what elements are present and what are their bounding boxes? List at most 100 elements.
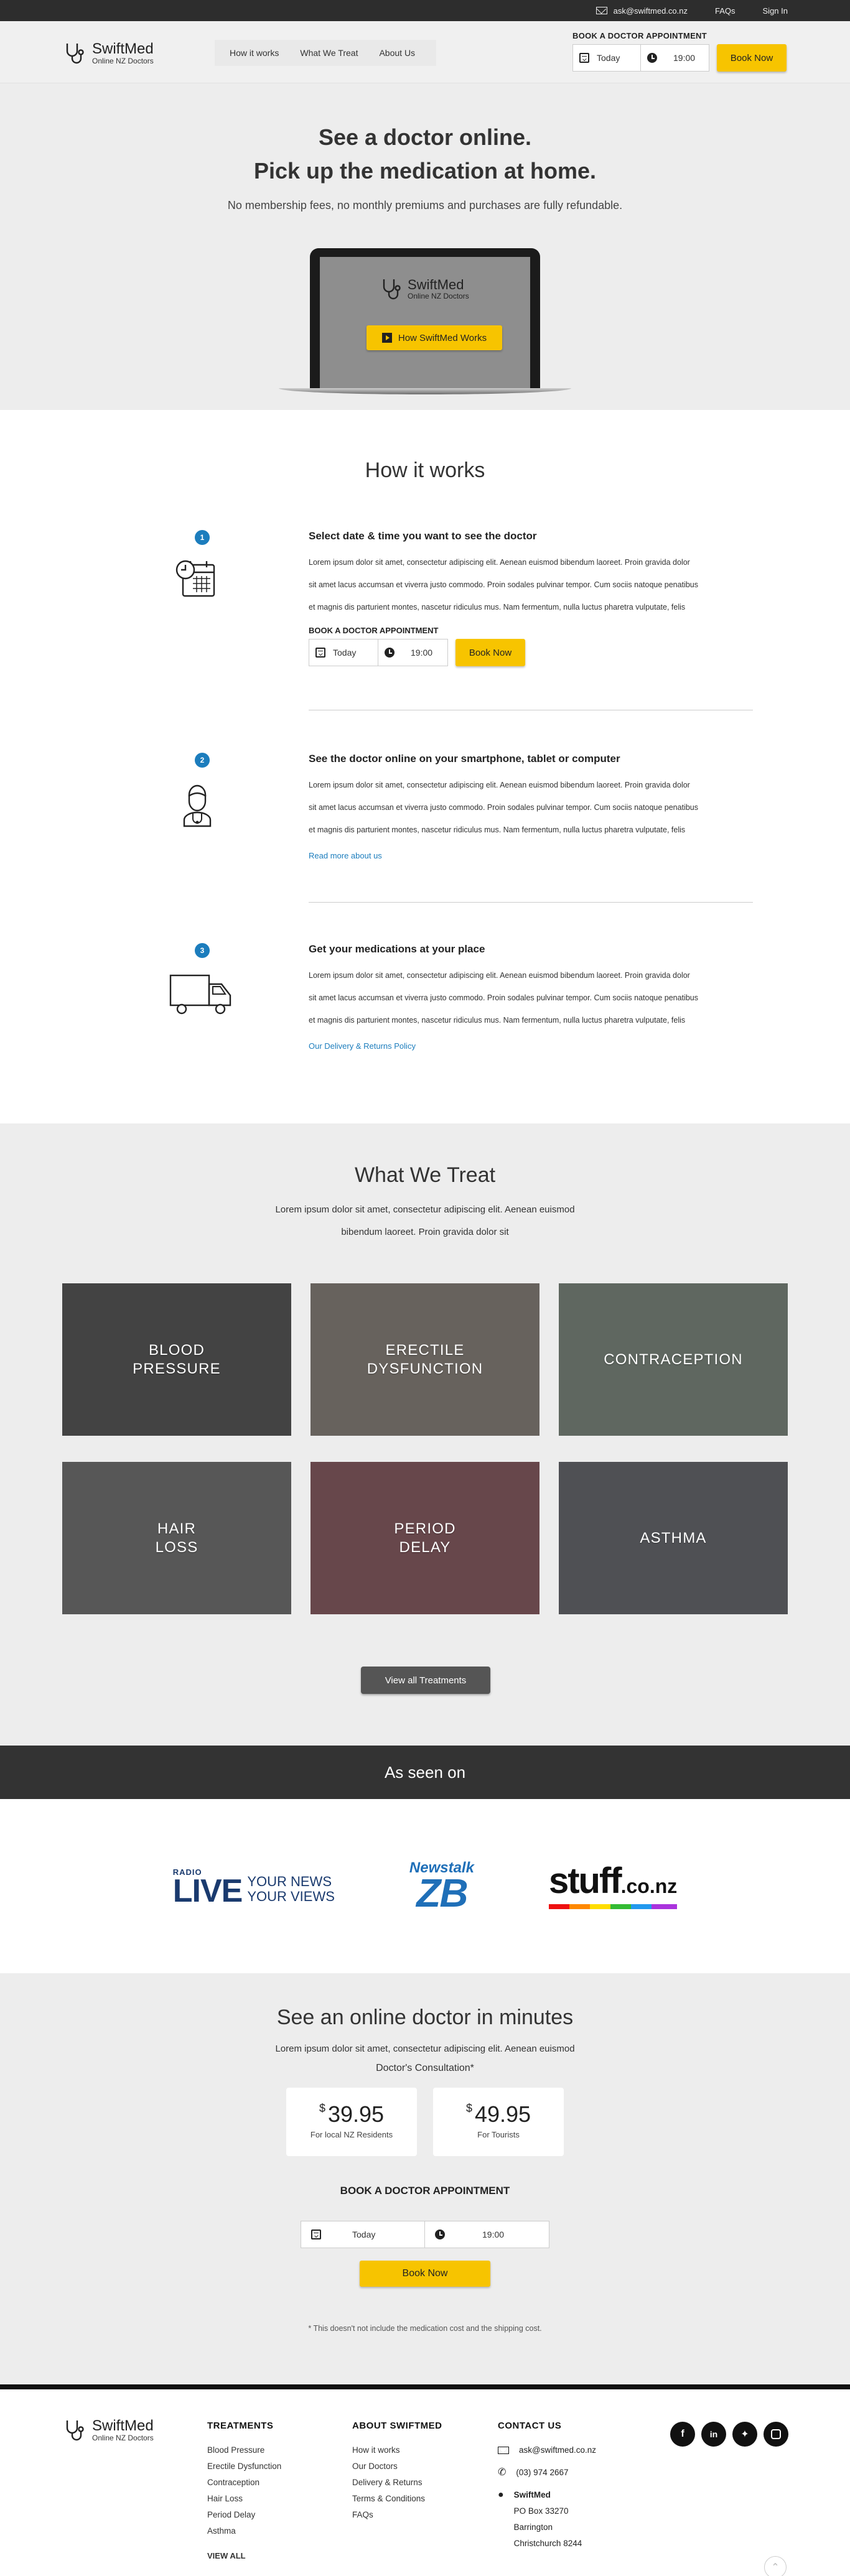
twitter-icon[interactable]: ✦ bbox=[732, 2422, 757, 2447]
cta-booking-label: BOOK A DOCTOR APPOINTMENT bbox=[340, 2185, 510, 2197]
delivery-truck-icon bbox=[169, 974, 231, 1015]
footer-link[interactable]: How it works bbox=[352, 2442, 442, 2458]
tile-hair-loss[interactable]: HAIR LOSS bbox=[62, 1462, 291, 1614]
price-card-local: $39.95 For local NZ Residents bbox=[286, 2088, 417, 2156]
top-bar: ask@swiftmed.co.nz FAQs Sign In bbox=[0, 0, 850, 21]
stuff-logo: stuff.co.nz bbox=[548, 1863, 678, 1909]
header-booking: BOOK A DOCTOR APPOINTMENT Today 19:00 Bo… bbox=[572, 31, 787, 72]
back-to-top-button[interactable]: ⌃ bbox=[764, 2556, 787, 2576]
step-number: 2 bbox=[195, 753, 210, 768]
calendar-clock-icon bbox=[175, 560, 215, 597]
tile-erectile-dysfunction[interactable]: ERECTILE DYSFUNCTION bbox=[311, 1283, 539, 1436]
footer-link[interactable]: Delivery & Returns bbox=[352, 2475, 442, 2491]
time-picker[interactable]: 19:00 bbox=[378, 639, 448, 666]
press-logos: RADIO LIVE YOUR NEWS YOUR VIEWS Newstalk Z… bbox=[0, 1799, 850, 1973]
nav-how-it-works[interactable]: How it works bbox=[222, 48, 292, 58]
treatment-grid: BLOOD PRESSURE ERECTILE DYSFUNCTION CONT… bbox=[62, 1283, 788, 1614]
hero-section: See a doctor online. Pick up the medicati… bbox=[0, 83, 850, 410]
step-title: Select date & time you want to see the d… bbox=[309, 530, 537, 542]
price-card-tourist: $49.95 For Tourists bbox=[433, 2088, 564, 2156]
step-number: 3 bbox=[195, 943, 210, 958]
step-text: Lorem ipsum dolor sit amet, consectetur … bbox=[309, 971, 698, 1025]
view-all-treatments-button[interactable]: View all Treatments bbox=[361, 1667, 490, 1694]
footer-email[interactable]: ask@swiftmed.co.nz bbox=[498, 2442, 596, 2458]
play-icon bbox=[381, 333, 392, 343]
footer-logo[interactable]: SwiftMed Online NZ Doctors bbox=[62, 2418, 154, 2443]
what-we-treat-section: What We Treat Lorem ipsum dolor sit amet… bbox=[0, 1123, 850, 1746]
footer-link[interactable]: Asthma bbox=[207, 2523, 281, 2539]
step-book-now-button[interactable]: Book Now bbox=[455, 639, 525, 666]
how-title: How it works bbox=[365, 458, 485, 482]
stethoscope-icon bbox=[66, 2420, 84, 2441]
social-links: f in ✦ bbox=[670, 2422, 788, 2447]
footer-about: ABOUT SWIFTMED How it works Our Doctors … bbox=[352, 2420, 442, 2523]
step-number: 1 bbox=[195, 530, 210, 545]
top-email-link[interactable]: ask@swiftmed.co.nz bbox=[595, 6, 688, 16]
instagram-icon[interactable] bbox=[764, 2422, 788, 2447]
calendar-icon bbox=[315, 648, 325, 658]
price-cards: $39.95 For local NZ Residents $49.95 For T… bbox=[0, 2088, 850, 2156]
date-picker[interactable]: Today bbox=[309, 639, 378, 666]
facebook-icon[interactable]: f bbox=[670, 2422, 695, 2447]
footer-view-all-link[interactable]: VIEW ALL bbox=[207, 2548, 281, 2564]
delivery-returns-policy-link[interactable]: Our Delivery & Returns Policy bbox=[309, 1041, 753, 1051]
tile-asthma[interactable]: ASTHMA bbox=[559, 1462, 788, 1614]
radio-live-logo: RADIO LIVE YOUR NEWS YOUR VIEWS bbox=[172, 1867, 335, 1909]
footer-link[interactable]: Period Delay bbox=[207, 2507, 281, 2523]
footer-link[interactable]: Terms & Conditions bbox=[352, 2491, 442, 2507]
read-more-about-us-link[interactable]: Read more about us bbox=[309, 851, 753, 860]
hero-subtitle: No membership fees, no monthly premiums … bbox=[227, 199, 623, 212]
laptop-illustration: SwiftMed Online NZ Doctors How SwiftMed W… bbox=[279, 248, 571, 394]
envelope-icon bbox=[498, 2447, 509, 2454]
footer-phone[interactable]: ✆ (03) 974 2667 bbox=[498, 2465, 596, 2481]
faqs-link[interactable]: FAQs bbox=[715, 6, 736, 16]
footer-link[interactable]: Hair Loss bbox=[207, 2491, 281, 2507]
how-it-works-section: How it works 1 Select date & time you wa… bbox=[0, 410, 850, 1123]
brand-tagline: Online NZ Doctors bbox=[92, 57, 154, 65]
nav-what-we-treat[interactable]: What We Treat bbox=[292, 48, 371, 58]
stethoscope-icon bbox=[383, 279, 401, 300]
treat-intro: Lorem ipsum dolor sit amet, consectetur … bbox=[275, 1204, 575, 1237]
cta-book-now-button[interactable]: Book Now bbox=[360, 2261, 490, 2287]
phone-icon: ✆ bbox=[498, 2467, 507, 2478]
how-swiftmed-works-button[interactable]: How SwiftMed Works bbox=[367, 325, 502, 350]
footer-link[interactable]: FAQs bbox=[352, 2507, 442, 2523]
linkedin-icon[interactable]: in bbox=[701, 2422, 726, 2447]
brand-name: SwiftMed bbox=[92, 40, 154, 57]
cta-section: See an online doctor in minutes Lorem ip… bbox=[0, 1973, 850, 2384]
date-picker[interactable]: Today bbox=[572, 44, 641, 72]
laptop-logo: SwiftMed Online NZ Doctors bbox=[379, 277, 469, 302]
doctor-icon bbox=[183, 784, 212, 827]
cta-picker: Today 19:00 bbox=[0, 2221, 850, 2248]
tile-blood-pressure[interactable]: BLOOD PRESSURE bbox=[62, 1283, 291, 1436]
step-title: Get your medications at your place bbox=[309, 943, 485, 955]
map-pin-icon: ● bbox=[498, 2490, 504, 2500]
tile-contraception[interactable]: CONTRACEPTION bbox=[559, 1283, 788, 1436]
as-seen-on-title: As seen on bbox=[384, 1762, 466, 1782]
logo[interactable]: SwiftMed Online NZ Doctors bbox=[62, 41, 154, 66]
main-nav: How it works What We Treat About Us bbox=[215, 40, 437, 66]
stethoscope-icon bbox=[66, 44, 84, 64]
clock-icon bbox=[647, 53, 657, 63]
pricing-footnote: * This doesn't not include the medicatio… bbox=[308, 2324, 542, 2333]
calendar-icon bbox=[311, 2230, 321, 2239]
nav-about-us[interactable]: About Us bbox=[371, 48, 429, 58]
date-picker[interactable]: Today bbox=[301, 2221, 425, 2248]
footer-link[interactable]: Erectile Dysfunction bbox=[207, 2458, 281, 2475]
tile-period-delay[interactable]: PERIOD DELAY bbox=[311, 1462, 539, 1614]
divider bbox=[309, 902, 753, 903]
book-now-button[interactable]: Book Now bbox=[717, 44, 787, 72]
footer-link[interactable]: Our Doctors bbox=[352, 2458, 442, 2475]
footer-link[interactable]: Contraception bbox=[207, 2475, 281, 2491]
booking-label: BOOK A DOCTOR APPOINTMENT bbox=[572, 31, 707, 40]
step-booking-label: BOOK A DOCTOR APPOINTMENT bbox=[309, 626, 439, 635]
time-picker[interactable]: 19:00 bbox=[425, 2221, 549, 2248]
time-picker[interactable]: 19:00 bbox=[641, 44, 709, 72]
footer-link[interactable]: Blood Pressure bbox=[207, 2442, 281, 2458]
step-text: Lorem ipsum dolor sit amet, consectetur … bbox=[309, 558, 698, 611]
signin-link[interactable]: Sign In bbox=[763, 6, 788, 16]
footer-treatments: TREATMENTS Blood Pressure Erectile Dysfu… bbox=[207, 2420, 281, 2564]
envelope-icon bbox=[595, 7, 607, 14]
consultation-label: Doctor's Consultation* bbox=[376, 2063, 474, 2073]
step-title: See the doctor online on your smartphone… bbox=[309, 753, 620, 765]
